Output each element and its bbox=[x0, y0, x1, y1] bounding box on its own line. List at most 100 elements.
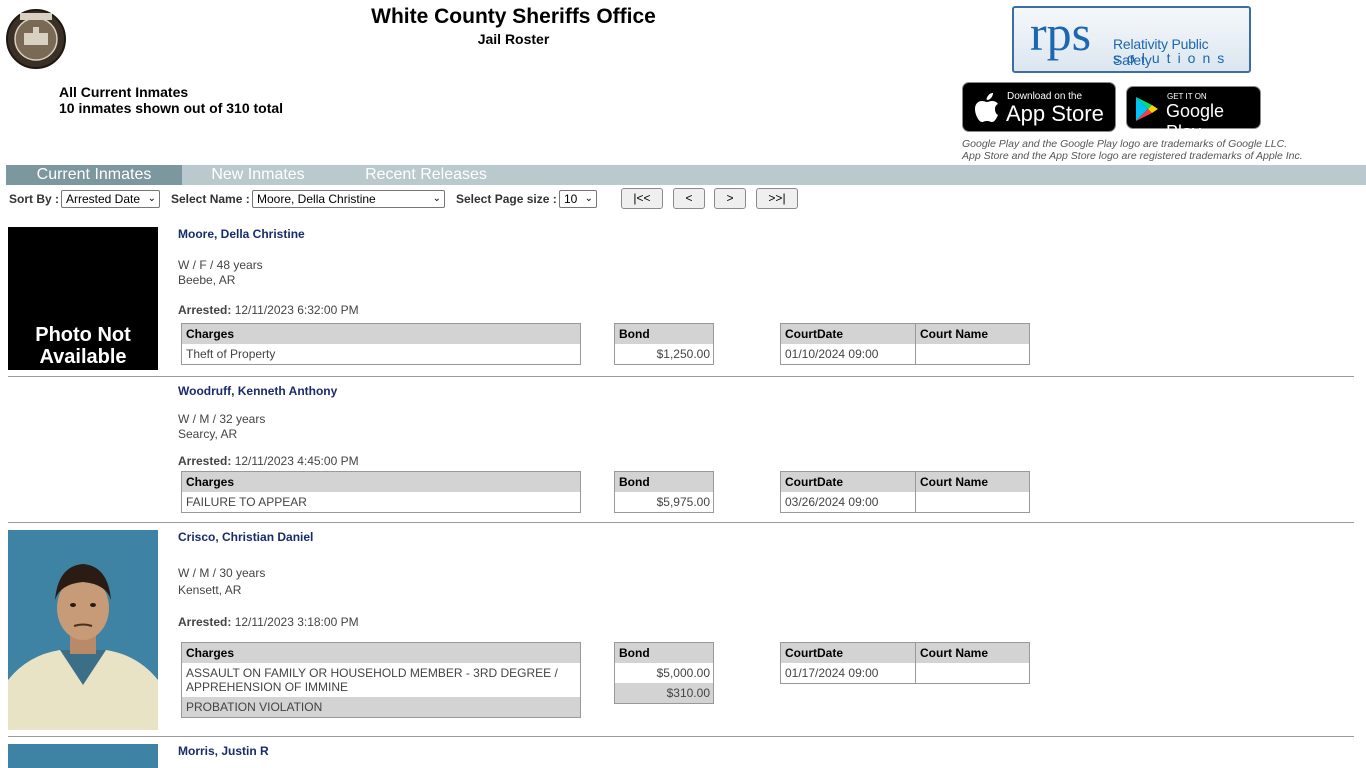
bond-cell: $310.00 bbox=[615, 683, 713, 703]
page-size-value: 10 bbox=[564, 192, 578, 206]
inmate-location: Searcy, AR bbox=[178, 427, 238, 441]
page-subtitle: Jail Roster bbox=[477, 31, 550, 47]
court-table: CourtDate Court Name 01/17/2024 09:00 bbox=[780, 642, 1030, 684]
inmate-info: W / F / 48 years Beebe, AR bbox=[178, 258, 263, 288]
charges-header: Charges bbox=[182, 472, 580, 492]
sort-by-value: Arrested Date bbox=[66, 192, 141, 206]
arrested-row: Arrested: 12/11/2023 6:32:00 PM bbox=[178, 303, 359, 317]
court-date-header: CourtDate bbox=[781, 324, 916, 344]
first-page-button[interactable]: |<< bbox=[621, 188, 663, 209]
page-size-label: Select Page size : bbox=[456, 192, 557, 206]
court-name-cell bbox=[916, 492, 1029, 512]
page-size-select[interactable]: 10 ⌄ bbox=[559, 190, 597, 208]
last-page-button[interactable]: >>| bbox=[756, 188, 798, 209]
google-play-icon bbox=[1136, 97, 1158, 121]
tab-current-inmates[interactable]: Current Inmates bbox=[6, 165, 182, 185]
chevron-down-icon: ⌄ bbox=[584, 193, 593, 204]
court-table: CourtDate Court Name 03/26/2024 09:00 bbox=[780, 471, 1030, 513]
charges-table: Charges Theft of Property bbox=[181, 323, 581, 365]
inmate-info: W / M / 30 years Kensett, AR bbox=[178, 565, 265, 599]
chevron-down-icon: ⌄ bbox=[432, 193, 441, 204]
select-name-select[interactable]: Moore, Della Christine ⌄ bbox=[252, 190, 445, 208]
charges-header: Charges bbox=[182, 324, 580, 344]
inmate-photo bbox=[8, 744, 158, 768]
google-play-small-text: GET IT ON bbox=[1167, 92, 1207, 101]
charge-cell: Theft of Property bbox=[186, 347, 276, 361]
arrested-date: 12/11/2023 4:45:00 PM bbox=[234, 454, 359, 468]
inmate-photo bbox=[8, 530, 158, 730]
charge-cell: ASSAULT ON FAMILY OR HOUSEHOLD MEMBER - … bbox=[186, 666, 558, 694]
roster-summary: All Current Inmates 10 inmates shown out… bbox=[59, 84, 283, 116]
court-name-header: Court Name bbox=[916, 643, 1029, 663]
arrested-date: 12/11/2023 3:18:00 PM bbox=[234, 615, 359, 629]
court-date-cell: 01/10/2024 09:00 bbox=[781, 344, 916, 364]
roster-tabs: Current Inmates New Inmates Recent Relea… bbox=[6, 165, 1366, 185]
court-table: CourtDate Court Name 01/10/2024 09:00 bbox=[780, 323, 1030, 365]
arrested-label: Arrested: bbox=[178, 303, 232, 317]
charge-cell: FAILURE TO APPEAR bbox=[186, 495, 307, 509]
bond-table: Bond $5,000.00 $310.00 bbox=[614, 642, 714, 704]
court-name-header: Court Name bbox=[916, 472, 1029, 492]
inmate-divider bbox=[8, 736, 1354, 737]
bond-header: Bond bbox=[615, 472, 713, 492]
arrested-label: Arrested: bbox=[178, 454, 232, 468]
bond-cell: $1,250.00 bbox=[656, 347, 710, 361]
select-name-value: Moore, Della Christine bbox=[257, 192, 376, 206]
rps-logo-mark: rps bbox=[1030, 6, 1092, 61]
bond-table: Bond $5,975.00 bbox=[614, 471, 714, 513]
bond-header: Bond bbox=[615, 324, 713, 344]
inmate-name[interactable]: Morris, Justin R bbox=[178, 744, 269, 758]
prev-page-button[interactable]: < bbox=[673, 188, 705, 209]
inmate-demographics: W / F / 48 years bbox=[178, 258, 263, 272]
inmate-demographics: W / M / 32 years bbox=[178, 412, 266, 426]
inmate-location: Beebe, AR bbox=[178, 273, 236, 287]
select-name-label: Select Name : bbox=[171, 192, 250, 206]
mugshot-image bbox=[8, 530, 158, 730]
inmate-info: W / M / 32 years Searcy, AR bbox=[178, 412, 265, 442]
inmate-name[interactable]: Woodruff, Kenneth Anthony bbox=[178, 384, 337, 398]
court-name-header: Court Name bbox=[916, 324, 1029, 344]
charges-header: Charges bbox=[182, 643, 580, 663]
rps-logo[interactable]: rps Relativity Public Safety solutions bbox=[1012, 6, 1251, 73]
tab-new-inmates[interactable]: New Inmates bbox=[182, 165, 334, 185]
google-play-button[interactable]: GET IT ON Google Play bbox=[1126, 86, 1261, 142]
chevron-down-icon: ⌄ bbox=[147, 193, 156, 204]
bond-table: Bond $1,250.00 bbox=[614, 323, 714, 365]
google-play-big-text: Google Play bbox=[1166, 101, 1225, 142]
app-store-button[interactable]: Download on the App Store bbox=[962, 82, 1116, 132]
bond-header: Bond bbox=[615, 643, 713, 663]
sort-by-label: Sort By : bbox=[9, 192, 60, 206]
court-date-cell: 01/17/2024 09:00 bbox=[781, 663, 916, 683]
charges-table: Charges FAILURE TO APPEAR bbox=[181, 471, 581, 513]
inmate-demographics: W / M / 30 years bbox=[178, 566, 266, 580]
inmate-photo-placeholder: Photo Not Available bbox=[8, 227, 158, 370]
inmate-divider bbox=[8, 376, 1354, 377]
court-name-cell bbox=[916, 663, 1029, 683]
rps-logo-line2: solutions bbox=[1113, 50, 1232, 66]
bond-cell: $5,975.00 bbox=[656, 495, 710, 509]
charge-cell: PROBATION VIOLATION bbox=[182, 697, 580, 717]
photo-na-line2: Available bbox=[39, 346, 127, 368]
bond-cell: $5,000.00 bbox=[656, 666, 710, 680]
summary-count: 10 inmates shown out of 310 total bbox=[59, 100, 284, 116]
inmate-divider bbox=[8, 522, 1354, 523]
trademark-notice: Google Play and the Google Play logo are… bbox=[962, 138, 1303, 162]
trademark-apple: App Store and the App Store logo are reg… bbox=[962, 150, 1303, 162]
arrested-date: 12/11/2023 6:32:00 PM bbox=[234, 303, 359, 317]
sort-by-select[interactable]: Arrested Date ⌄ bbox=[61, 190, 160, 208]
tab-recent-releases[interactable]: Recent Releases bbox=[346, 165, 506, 185]
trademark-google: Google Play and the Google Play logo are… bbox=[962, 138, 1288, 150]
arrested-row: Arrested: 12/11/2023 3:18:00 PM bbox=[178, 615, 359, 629]
inmate-name[interactable]: Moore, Della Christine bbox=[178, 227, 305, 241]
arrested-label: Arrested: bbox=[178, 615, 232, 629]
inmate-location: Kensett, AR bbox=[178, 583, 242, 597]
charges-table: Charges ASSAULT ON FAMILY OR HOUSEHOLD M… bbox=[181, 642, 581, 718]
court-name-cell bbox=[916, 344, 1029, 364]
apple-icon bbox=[975, 93, 998, 122]
court-date-header: CourtDate bbox=[781, 643, 916, 663]
app-store-big-text: App Store bbox=[1006, 101, 1104, 126]
photo-na-line1: Photo Not bbox=[35, 324, 131, 346]
inmate-name[interactable]: Crisco, Christian Daniel bbox=[178, 530, 313, 544]
court-date-header: CourtDate bbox=[781, 472, 916, 492]
next-page-button[interactable]: > bbox=[714, 188, 746, 209]
